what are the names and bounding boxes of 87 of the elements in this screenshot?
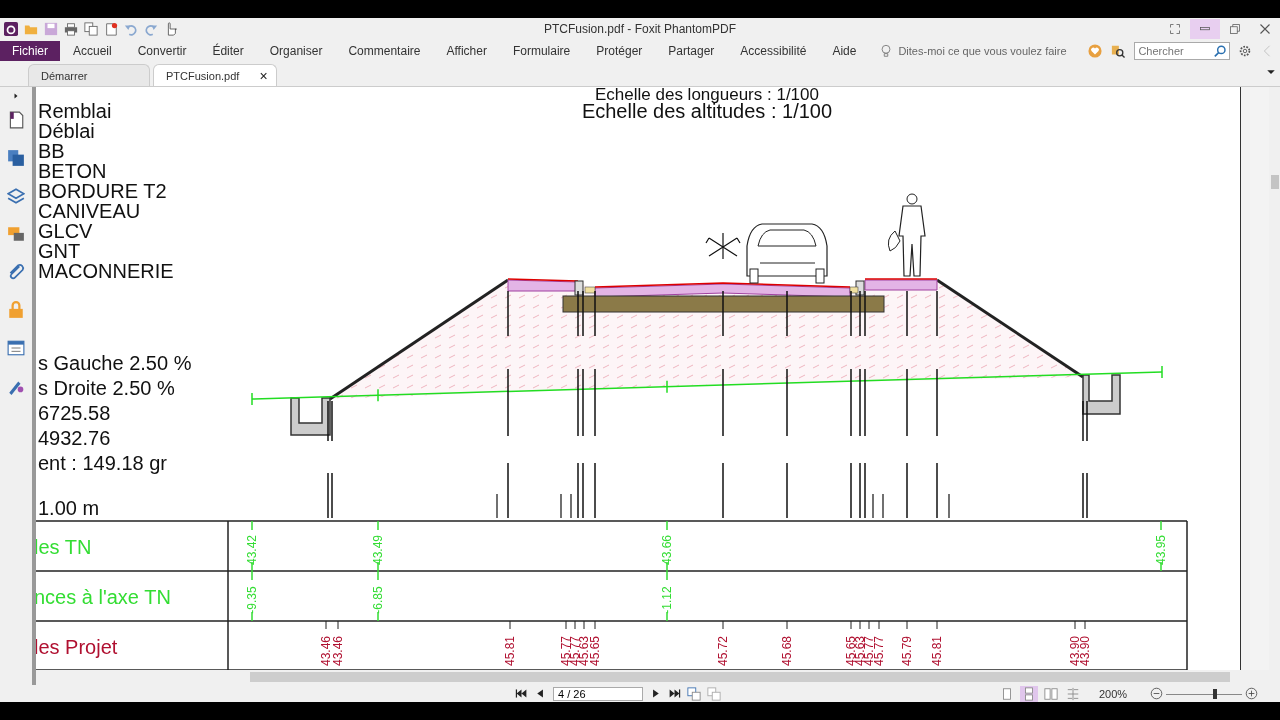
restore-icon: [1229, 23, 1241, 35]
page-layout-icon: [1022, 686, 1036, 701]
zoom-out-icon[interactable]: [1150, 687, 1163, 700]
page-icon: [7, 111, 25, 129]
comments-icon: [7, 225, 25, 243]
elevation-value: 43.49: [371, 535, 385, 565]
parameter-text: ent : 149.18 gr: [38, 452, 167, 474]
minimize-button[interactable]: [1190, 19, 1220, 39]
page-layout-button[interactable]: [1020, 685, 1038, 702]
convert-pages-icon[interactable]: [687, 686, 701, 701]
document-tab[interactable]: PTCFusion.pdf ×: [153, 64, 277, 86]
row-label: les Projet: [36, 636, 118, 658]
legend-label: MACONNERIE: [38, 260, 174, 282]
zoom-slider[interactable]: [1166, 687, 1242, 700]
copy-pages-icon[interactable]: [84, 22, 98, 36]
row-label: les TN: [36, 536, 92, 558]
zoom-level[interactable]: 200%: [1099, 687, 1128, 700]
distance-value: -1.12: [660, 586, 674, 614]
legend-label: BETON: [38, 160, 107, 182]
elevation-value: 45.72: [716, 636, 730, 666]
elevation-value: 45.77: [872, 636, 886, 666]
search-field[interactable]: Chercher: [1134, 42, 1231, 60]
row-label: nces à l'axe TN: [36, 586, 171, 608]
elevation-value: 43.42: [245, 535, 259, 565]
fullscreen-icon: [1169, 23, 1181, 35]
ribbon-tab[interactable]: Aide: [819, 44, 870, 58]
ribbon-tab[interactable]: Afficher: [433, 44, 500, 58]
expand-arrow-icon[interactable]: [12, 91, 20, 101]
elevation-value: 43.66: [660, 535, 674, 565]
legend-label: BORDURE T2: [38, 180, 167, 202]
app-logo-icon: [4, 22, 18, 36]
ribbon-tab[interactable]: Accueil: [60, 44, 125, 58]
parameter-text: s Gauche 2.50 %: [38, 352, 192, 374]
ribbon-tab[interactable]: Convertir: [124, 44, 200, 58]
legend-label: Déblai: [38, 120, 95, 142]
parameter-text: 6725.58: [38, 402, 111, 424]
scale-title: Echelle des longueurs : 1/100: [595, 87, 819, 104]
elevation-value: 45.65: [588, 636, 602, 666]
parameter-text: s Droite 2.50 %: [38, 377, 175, 399]
page-number-field[interactable]: 4 / 26: [553, 686, 643, 701]
tell-me-field[interactable]: Dites-moi ce que vous voulez faire: [898, 45, 1089, 57]
zoom-in-icon[interactable]: [1245, 687, 1258, 700]
page-layout-button[interactable]: [1042, 685, 1060, 702]
legend-label: GLCV: [38, 220, 93, 242]
legend-label: GNT: [38, 240, 81, 262]
last-page-icon[interactable]: [668, 687, 681, 700]
lock-icon: [7, 301, 25, 319]
tab-label: Démarrer: [41, 69, 88, 82]
pages-icon: [7, 149, 25, 167]
elevation-value: 45.68: [780, 636, 794, 666]
page-layout-icon: [1066, 686, 1080, 701]
tab-close-button[interactable]: ×: [259, 67, 268, 84]
print-icon[interactable]: [64, 22, 78, 36]
ribbon-tab[interactable]: Organiser: [256, 44, 336, 58]
lightbulb-icon: [879, 44, 894, 58]
paperclip-icon: [7, 263, 25, 281]
layers-icon: [7, 187, 25, 205]
ribbon-tab[interactable]: Protéger: [583, 44, 656, 58]
window-title: PTCFusion.pdf - Foxit PhantomPDF: [543, 22, 737, 36]
ribbon-tab[interactable]: Accessibilité: [727, 44, 820, 58]
elevation-value: 43.95: [1154, 535, 1168, 565]
distance-value: -9.35: [245, 586, 259, 614]
ribbon-tab[interactable]: Éditer: [199, 44, 257, 58]
legend-label: BB: [38, 140, 65, 162]
ribbon-tab[interactable]: Formulaire: [499, 44, 584, 58]
parameter-text: 4932.76: [38, 427, 111, 449]
legend-label: CANIVEAU: [38, 200, 141, 222]
file-menu-button[interactable]: Fichier: [0, 41, 60, 61]
elevation-value: 45.81: [930, 636, 944, 666]
elevation-value: 43.46: [319, 636, 333, 666]
form-icon: [7, 339, 25, 357]
elevation-value: 43.46: [331, 636, 345, 666]
document-tab[interactable]: Démarrer: [28, 64, 150, 86]
ribbon-tab[interactable]: Commentaire: [335, 44, 434, 58]
distance-value: -6.85: [371, 586, 385, 614]
elevation-value: 45.79: [900, 636, 914, 666]
new-document-icon[interactable]: [104, 22, 118, 36]
datum-text: 1.00 m: [38, 497, 100, 519]
legend-label: Remblai: [38, 100, 112, 122]
search-icon: [1214, 45, 1228, 58]
first-page-icon[interactable]: [515, 687, 528, 700]
page-layout-icon: [1044, 686, 1058, 701]
elevation-value: 45.81: [503, 636, 517, 666]
tab-label: PTCFusion.pdf: [166, 69, 240, 82]
close-icon: [1259, 23, 1271, 35]
page-layout-icon: [1000, 686, 1014, 701]
ribbon-tab[interactable]: Partager: [655, 44, 728, 58]
